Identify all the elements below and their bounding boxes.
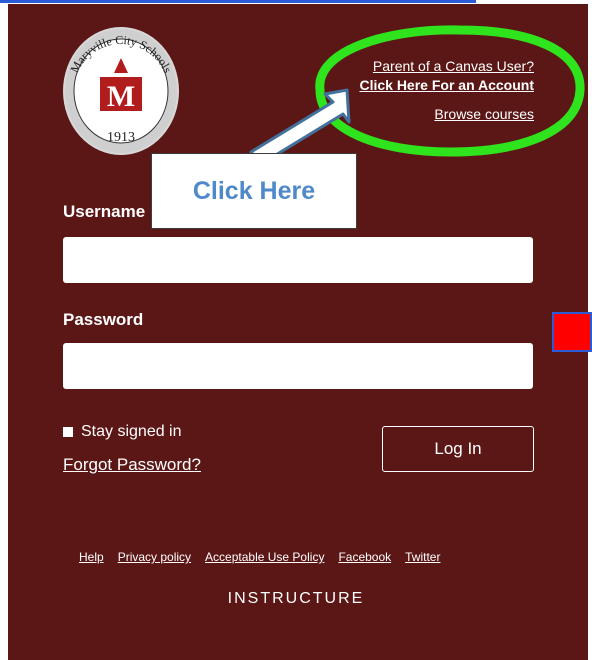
footer-links: Help Privacy policy Acceptable Use Polic… bbox=[79, 550, 440, 564]
callout-text: Click Here bbox=[192, 176, 316, 205]
footer-acceptable-use-link[interactable]: Acceptable Use Policy bbox=[205, 550, 324, 564]
footer-twitter-link[interactable]: Twitter bbox=[405, 550, 440, 564]
footer-help-link[interactable]: Help bbox=[79, 550, 104, 564]
login-button[interactable]: Log In bbox=[382, 426, 534, 472]
username-input[interactable] bbox=[63, 237, 533, 283]
footer-privacy-link[interactable]: Privacy policy bbox=[118, 550, 191, 564]
click-here-callout: Click Here bbox=[151, 153, 357, 229]
password-label: Password bbox=[63, 310, 144, 329]
top-blue-line bbox=[0, 0, 476, 3]
stay-signed-label: Stay signed in bbox=[81, 423, 182, 440]
forgot-password-link[interactable]: Forgot Password? bbox=[63, 455, 201, 475]
footer-facebook-link[interactable]: Facebook bbox=[338, 550, 391, 564]
password-input[interactable] bbox=[63, 343, 533, 389]
username-label: Username bbox=[63, 202, 146, 221]
stay-signed-checkbox[interactable] bbox=[63, 427, 73, 437]
school-seal-logo: Maryville City Schools M 1913 bbox=[62, 25, 180, 157]
seal-letter: M bbox=[107, 80, 135, 113]
seal-year: 1913 bbox=[107, 130, 135, 145]
red-square-marker bbox=[552, 312, 592, 352]
stay-signed-in[interactable]: Stay signed in bbox=[63, 423, 182, 441]
instructure-brand: INSTRUCTURE bbox=[227, 590, 365, 607]
